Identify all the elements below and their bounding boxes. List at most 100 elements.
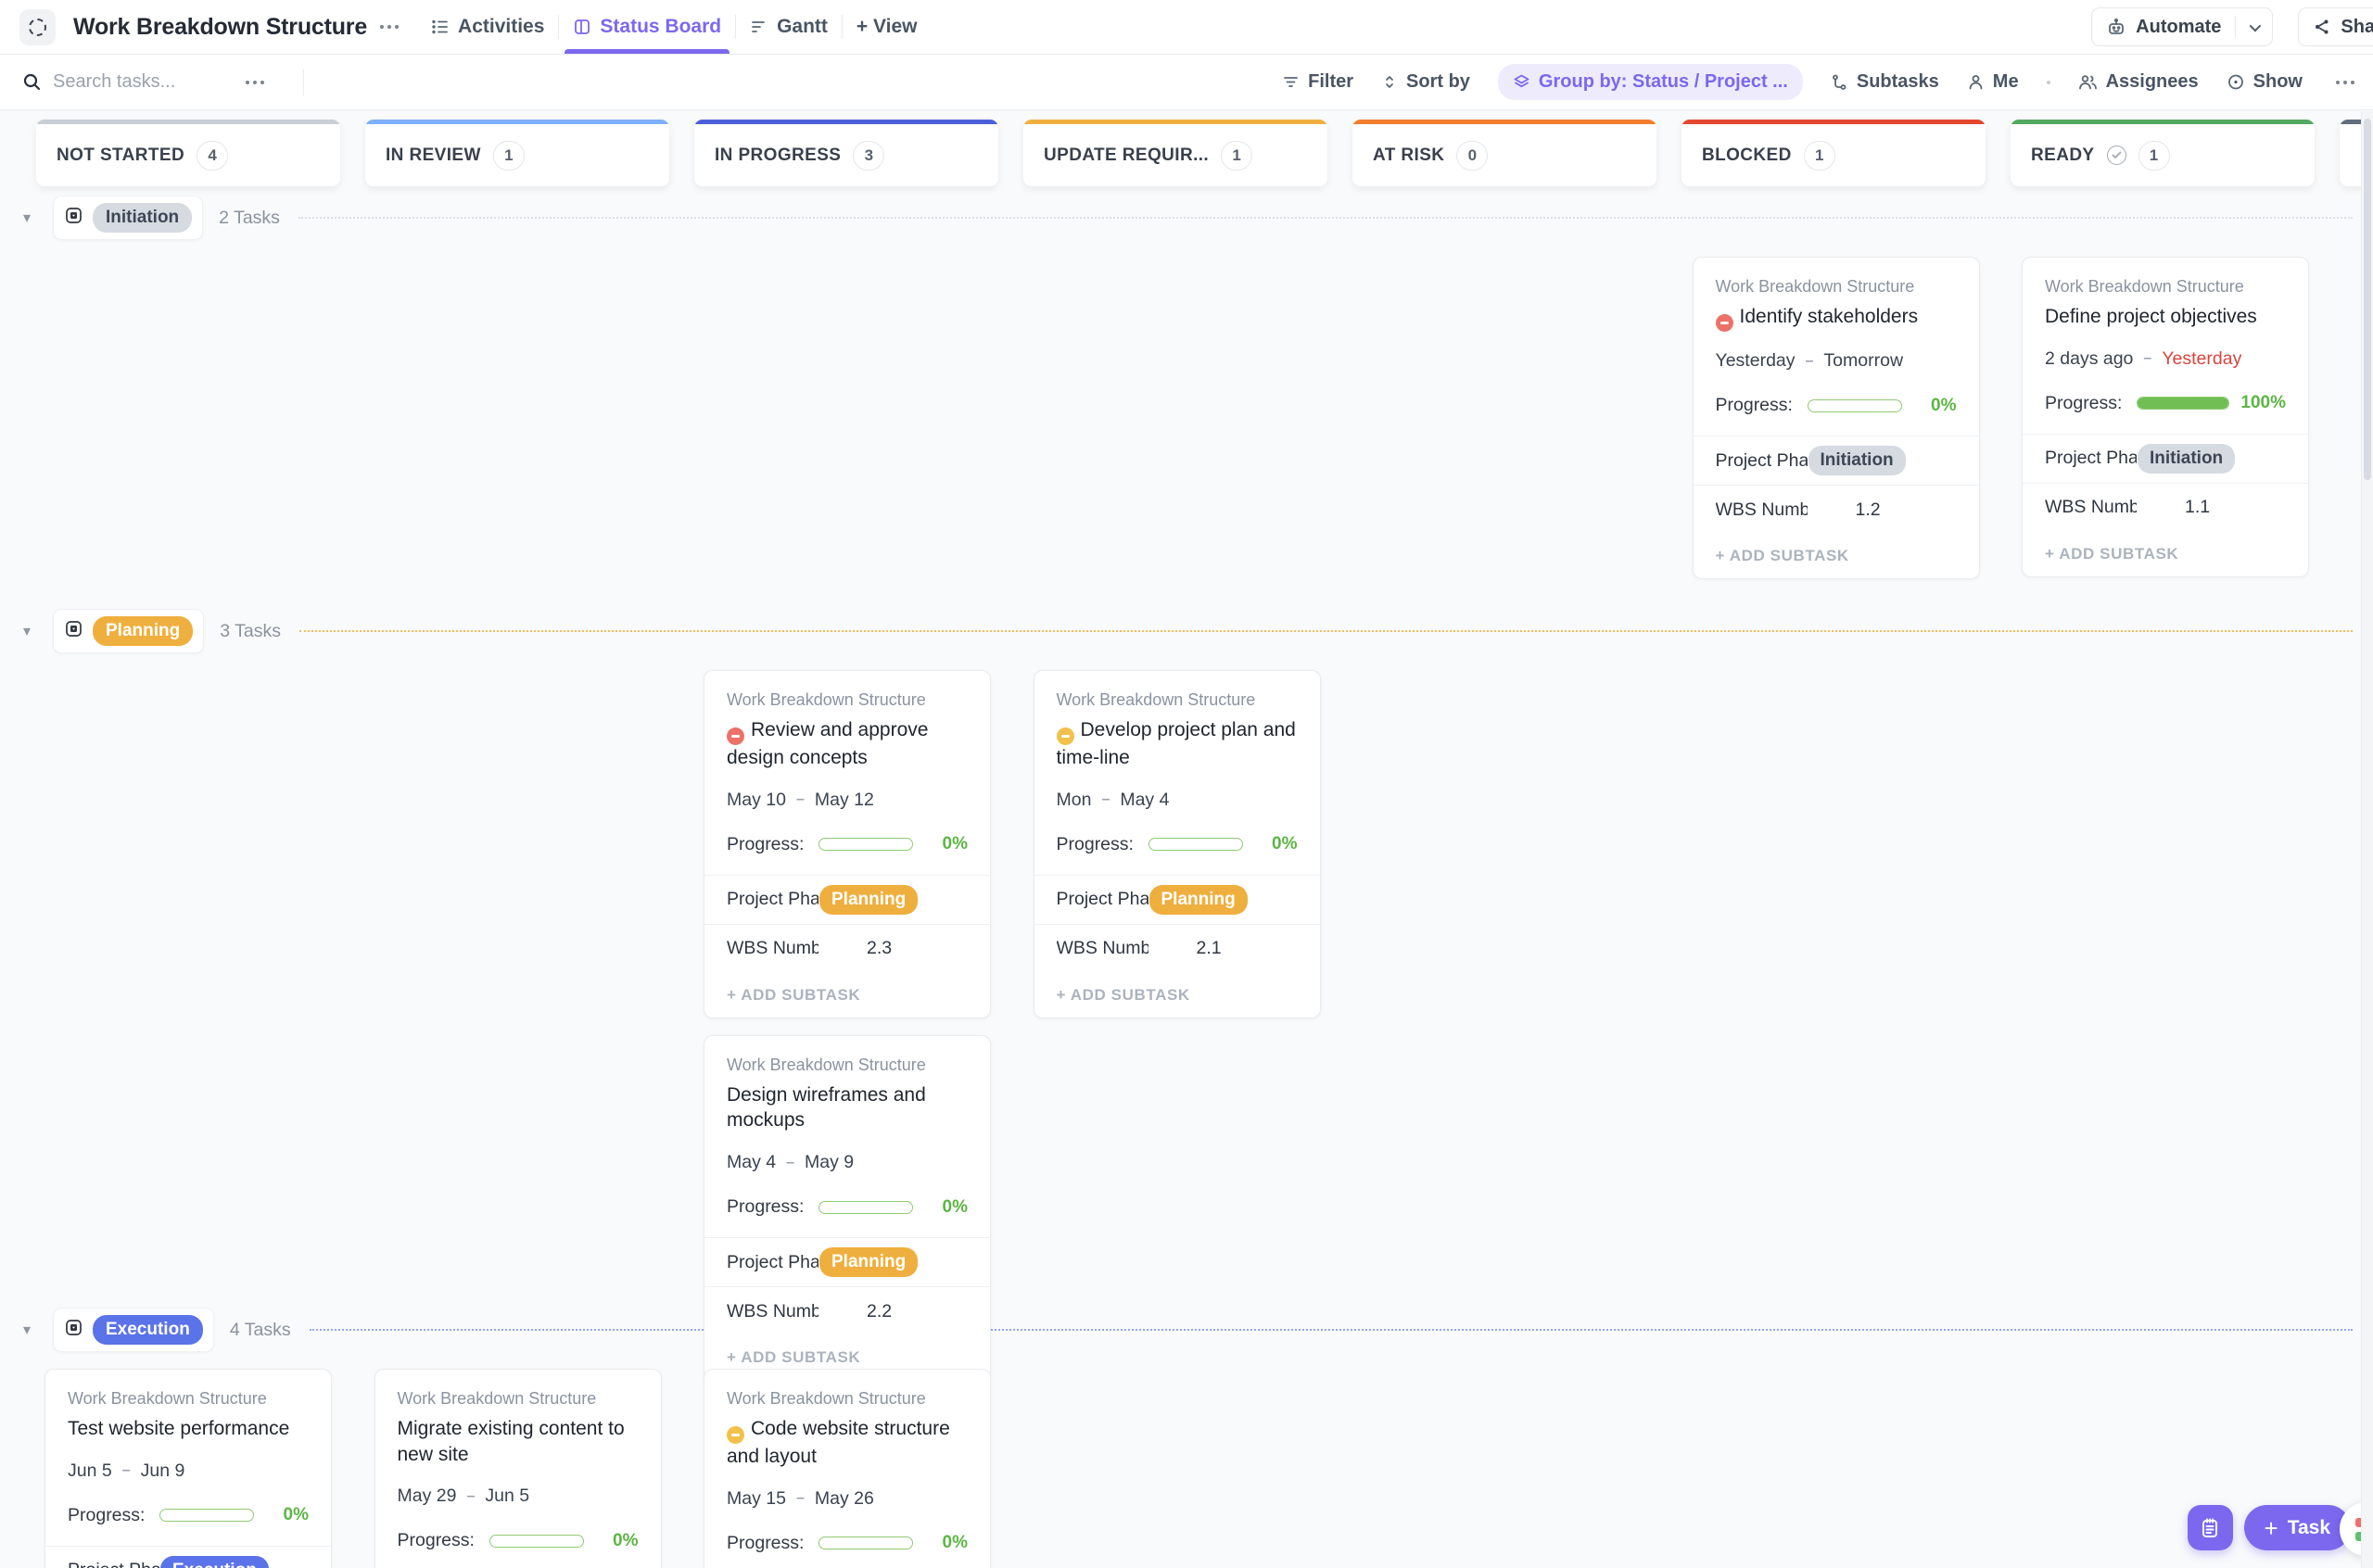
task-dates[interactable]: Yesterday–Tomorrow xyxy=(1716,350,1957,372)
lane-task-count: 3 Tasks xyxy=(220,621,281,642)
phase-pill[interactable]: Planning xyxy=(819,1247,918,1277)
wbs-field-label: WBS Numb... xyxy=(1057,938,1148,959)
search-input[interactable] xyxy=(53,71,229,93)
phase-field-row[interactable]: Project Pha...Planning xyxy=(704,875,990,924)
task-card[interactable]: Work Breakdown StructureDesign wireframe… xyxy=(704,1035,991,1381)
status-column-header[interactable]: IN PROGRESS3 xyxy=(694,120,998,186)
task-title[interactable]: Code website structure and layout xyxy=(727,1416,968,1470)
add-task-button[interactable]: + Task xyxy=(2244,1505,2352,1550)
task-title[interactable]: Test website performance xyxy=(68,1416,309,1442)
status-column-header[interactable]: NOT STARTED4 xyxy=(36,120,340,186)
task-card[interactable]: Work Breakdown Structure Code website str… xyxy=(704,1369,991,1568)
task-title[interactable]: Develop project plan and time-line xyxy=(1057,717,1298,771)
toolbar-more-menu[interactable] xyxy=(2330,75,2360,90)
search-more-menu[interactable] xyxy=(240,75,270,90)
progress-row: Progress:0% xyxy=(727,834,968,855)
lane-phase-pill[interactable]: Execution xyxy=(93,1315,203,1345)
due-date: May 26 xyxy=(815,1488,874,1510)
lane-phase-pill[interactable]: Planning xyxy=(93,616,193,646)
phase-pill[interactable]: Initiation xyxy=(2138,444,2235,474)
wbs-field-label: WBS Numb... xyxy=(2045,497,2137,518)
wbs-field-row[interactable]: WBS Numb...2.2 xyxy=(704,1286,990,1335)
card-stack: Work Breakdown StructureDefine project o… xyxy=(2022,257,2309,577)
notepad-button[interactable] xyxy=(2188,1505,2233,1550)
task-title[interactable]: Identify stakeholders xyxy=(1716,304,1957,332)
status-column-header[interactable]: UPDATE REQUIR...1 xyxy=(1023,120,1327,186)
tab-status-board[interactable]: Status Board xyxy=(559,0,735,54)
task-card[interactable]: Work Breakdown StructureIdentify stakeho… xyxy=(1693,257,1980,579)
phase-field-row[interactable]: Project Pha...Planning xyxy=(1034,875,1320,924)
wbs-field-row[interactable]: WBS Numb...1.2 xyxy=(1694,485,1979,534)
task-dates[interactable]: May 10–May 12 xyxy=(727,790,968,811)
tab-add-view[interactable]: + View xyxy=(843,0,932,54)
phase-pill[interactable]: Planning xyxy=(1149,885,1248,915)
assignees-button[interactable]: Assignees xyxy=(2078,71,2199,93)
phase-pill[interactable]: Planning xyxy=(819,885,918,915)
task-dates[interactable]: Mon–May 4 xyxy=(1057,790,1298,811)
status-column-header[interactable]: BLOCKED1 xyxy=(1681,120,1986,186)
scrollbar-thumb[interactable] xyxy=(2364,119,2371,480)
share-button[interactable]: Share xyxy=(2298,7,2373,46)
phase-pill[interactable]: Initiation xyxy=(1808,446,1906,475)
task-title[interactable]: Migrate existing content to new site xyxy=(398,1416,639,1467)
tab-gantt[interactable]: Gantt xyxy=(736,0,842,54)
title-more-menu[interactable] xyxy=(374,19,404,34)
automate-button[interactable]: Automate xyxy=(2091,7,2273,46)
phase-pill[interactable]: Execution xyxy=(160,1556,269,1568)
phase-field-row[interactable]: Project Pha...Initiation xyxy=(2023,434,2308,483)
status-column-name: NOT STARTED xyxy=(57,145,184,166)
lane-phase-pill[interactable]: Initiation xyxy=(93,203,192,233)
task-dates[interactable]: May 15–May 26 xyxy=(727,1488,968,1510)
progress-percent: 0% xyxy=(924,1197,968,1218)
tab-activities[interactable]: Activities xyxy=(417,0,558,54)
card-list-name: Work Breakdown Structure xyxy=(727,1389,968,1409)
show-button[interactable]: Show xyxy=(2227,71,2303,93)
me-button[interactable]: Me xyxy=(1967,71,2019,93)
group-by-button[interactable]: Group by: Status / Project ... xyxy=(1498,64,1803,100)
status-task-count: 0 xyxy=(1456,141,1488,171)
search-box[interactable] xyxy=(22,71,270,93)
task-dates[interactable]: May 29–Jun 5 xyxy=(398,1486,639,1507)
task-title[interactable]: Define project objectives xyxy=(2045,304,2286,330)
add-subtask-button[interactable]: + ADD SUBTASK xyxy=(1694,534,1979,578)
collapse-caret-icon[interactable]: ▾ xyxy=(23,1321,44,1339)
wbs-field-row[interactable]: WBS Numb...2.3 xyxy=(704,924,990,973)
date-separator: – xyxy=(796,1490,805,1507)
phase-field-row[interactable]: Project Pha...Execution xyxy=(45,1546,331,1568)
status-column-header[interactable]: IN REVIEW1 xyxy=(365,120,669,186)
task-title[interactable]: Review and approve design concepts xyxy=(727,717,968,771)
add-subtask-button[interactable]: + ADD SUBTASK xyxy=(704,973,990,1018)
automate-dropdown[interactable] xyxy=(2236,8,2272,45)
task-dates[interactable]: May 4–May 9 xyxy=(727,1152,968,1173)
phase-field-label: Project Pha... xyxy=(68,1560,159,1568)
task-card[interactable]: Work Breakdown StructureDevelop project … xyxy=(1034,670,1321,1018)
phase-field-row[interactable]: Project Pha...Initiation xyxy=(1694,436,1979,485)
task-dates[interactable]: Jun 5–Jun 9 xyxy=(68,1461,309,1482)
task-card[interactable]: Work Breakdown StructureReview and appro… xyxy=(704,670,991,1018)
task-title-text: Test website performance xyxy=(68,1418,289,1439)
sort-by-button[interactable]: Sort by xyxy=(1381,71,1470,93)
subtasks-button[interactable]: Subtasks xyxy=(1831,71,1939,93)
add-subtask-button[interactable]: + ADD SUBTASK xyxy=(2023,532,2308,576)
task-dates[interactable]: 2 days ago–Yesterday xyxy=(2045,348,2286,370)
task-card[interactable]: Work Breakdown StructureTest website per… xyxy=(44,1369,332,1568)
task-title[interactable]: Design wireframes and mockups xyxy=(727,1082,968,1133)
add-task-label: Task xyxy=(2288,1517,2330,1539)
task-card[interactable]: Work Breakdown StructureMigrate existing… xyxy=(374,1369,662,1568)
vertical-scrollbar[interactable] xyxy=(2361,111,2373,1568)
wbs-field-row[interactable]: WBS Numb...2.1 xyxy=(1034,924,1320,973)
phase-field-row[interactable]: Project Pha...Planning xyxy=(704,1237,990,1286)
toolbar: Filter Sort by Group by: Status / Projec… xyxy=(0,55,2373,110)
status-task-count: 1 xyxy=(1804,141,1835,171)
collapse-caret-icon[interactable]: ▾ xyxy=(23,209,44,227)
wbs-field-row[interactable]: WBS Numb...1.1 xyxy=(2023,483,2308,532)
layers-icon xyxy=(1513,73,1530,91)
status-column-header[interactable]: READY1 xyxy=(2011,120,2315,186)
tab-label: Activities xyxy=(458,16,544,38)
status-column-header[interactable]: AT RISK0 xyxy=(1352,120,1656,186)
task-card[interactable]: Work Breakdown StructureDefine project o… xyxy=(2022,257,2309,577)
add-subtask-button[interactable]: + ADD SUBTASK xyxy=(1034,973,1320,1018)
lane-dotted-divider xyxy=(310,1329,2353,1331)
filter-button[interactable]: Filter xyxy=(1282,71,1353,93)
collapse-caret-icon[interactable]: ▾ xyxy=(23,622,44,640)
